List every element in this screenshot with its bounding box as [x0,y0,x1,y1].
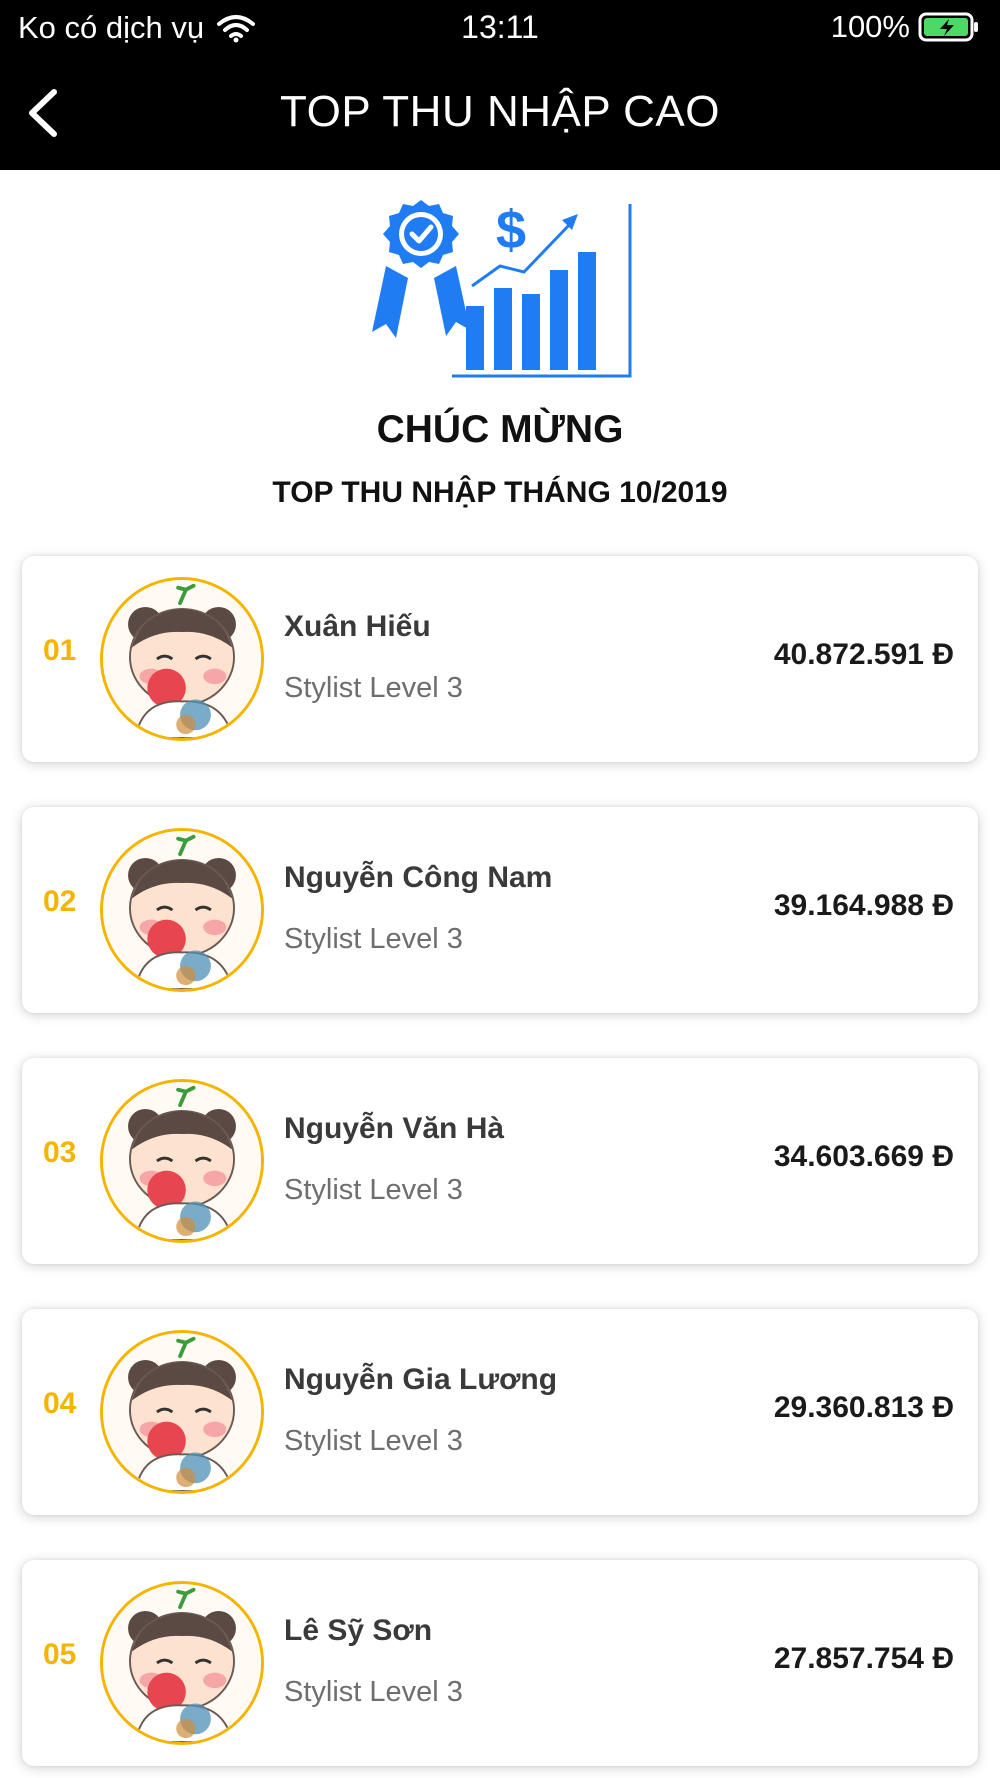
avatar-cartoon-icon [103,1584,261,1742]
stylist-name: Lê Sỹ Sơn [284,1614,433,1647]
income-amount: 29.360.813 Đ [773,1391,954,1424]
stylist-name: Nguyễn Công Nam [284,861,553,894]
avatar-cartoon-icon [103,831,261,989]
stylist-name: Nguyễn Văn Hà [284,1112,505,1145]
congrats-title: CHÚC MỪNG [376,408,624,451]
status-bar: Ko có dịch vụ 13:11 100% [0,0,1000,56]
svg-text:$: $ [496,200,526,260]
rank-number: 05 [43,1638,77,1671]
ranking-card[interactable]: 02 Nguyễn Công Nam Stylist Level 3 39.16… [22,807,978,1013]
award-chart-icon: $ [372,200,632,378]
battery-charging-icon [918,12,978,42]
rank-number: 02 [43,885,77,918]
stylist-name: Nguyễn Gia Lương [284,1363,558,1396]
income-amount: 39.164.988 Đ [773,889,954,922]
stylist-level: Stylist Level 3 [284,1676,463,1708]
rank-number: 03 [43,1136,77,1169]
avatar [100,1079,264,1243]
battery-percent: 100% [830,9,910,44]
nav-bar: TOP THU NHẬP CAO [0,56,1000,170]
avatar [100,1330,264,1494]
ranking-card[interactable]: 05 Lê Sỹ Sơn Stylist Level 3 27.857.754 … [22,1560,978,1766]
income-amount: 40.872.591 Đ [773,638,954,671]
ranking-card[interactable]: 04 Nguyễn Gia Lương Stylist Level 3 29.3… [22,1309,978,1515]
rank-number: 01 [43,634,77,667]
stylist-level: Stylist Level 3 [284,1174,463,1206]
stylist-level: Stylist Level 3 [284,1425,463,1457]
stylist-level: Stylist Level 3 [284,672,463,704]
stylist-level: Stylist Level 3 [284,923,463,955]
ranking-card[interactable]: 03 Nguyễn Văn Hà Stylist Level 3 34.603.… [22,1058,978,1264]
income-amount: 34.603.669 Đ [773,1140,954,1173]
month-subtitle: TOP THU NHẬP THÁNG 10/2019 [272,476,728,509]
stylist-name: Xuân Hiếu [284,610,431,643]
avatar [100,828,264,992]
page-title: TOP THU NHẬP CAO [280,87,720,136]
avatar-cartoon-icon [103,580,261,738]
battery-status: 100% [831,9,980,45]
rank-number: 04 [43,1387,77,1420]
avatar [100,577,264,741]
ranking-card[interactable]: 01 Xuân Hiếu Stylist Level 3 40.872.591 … [22,556,978,762]
income-amount: 27.857.754 Đ [773,1642,954,1675]
avatar [100,1581,264,1745]
avatar-cartoon-icon [103,1082,261,1240]
avatar-cartoon-icon [103,1333,261,1491]
